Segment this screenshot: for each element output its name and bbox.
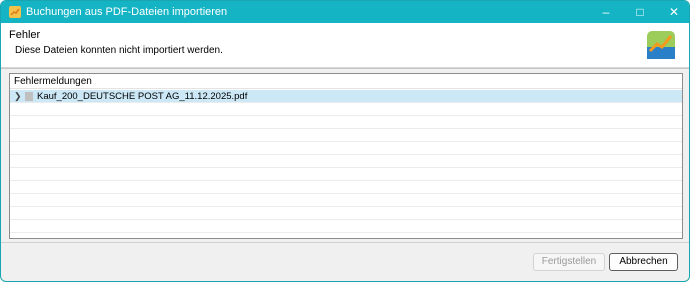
empty-row (10, 194, 682, 207)
empty-row (10, 207, 682, 220)
header-divider (1, 68, 689, 69)
empty-row (10, 220, 682, 233)
file-name: Kauf_200_DEUTSCHE POST AG_11.12.2025.pdf (37, 91, 248, 102)
empty-row (10, 129, 682, 142)
empty-row (10, 116, 682, 129)
header-title: Fehler (9, 29, 41, 41)
window-title: Buchungen aus PDF-Dateien importieren (26, 6, 228, 18)
portfolio-chart-logo (647, 31, 675, 59)
minimize-button[interactable]: – (589, 1, 623, 23)
finish-button[interactable]: Fertigstellen (533, 253, 605, 271)
file-icon (25, 92, 33, 101)
empty-row (10, 181, 682, 194)
column-header-fehlermeldungen[interactable]: Fehlermeldungen (10, 74, 682, 89)
empty-row (10, 142, 682, 155)
import-dialog-window: Buchungen aus PDF-Dateien importieren – … (0, 0, 690, 282)
app-icon (9, 6, 21, 18)
close-button[interactable]: ✕ (657, 1, 689, 23)
chevron-right-icon[interactable]: ❯ (14, 90, 22, 103)
error-tree-table[interactable]: Fehlermeldungen ❯ Kauf_200_DEUTSCHE POST… (9, 73, 683, 239)
maximize-button[interactable]: □ (623, 1, 657, 23)
empty-row (10, 168, 682, 181)
table-row[interactable]: ❯ Kauf_200_DEUTSCHE POST AG_11.12.2025.p… (10, 90, 682, 103)
footer-divider (1, 242, 689, 243)
empty-row (10, 103, 682, 116)
dialog-header: Fehler Diese Dateien konnten nicht impor… (1, 23, 689, 68)
header-message: Diese Dateien konnten nicht importiert w… (15, 45, 223, 56)
title-bar[interactable]: Buchungen aus PDF-Dateien importieren – … (1, 1, 689, 23)
cancel-button[interactable]: Abbrechen (609, 253, 678, 271)
empty-row (10, 155, 682, 168)
